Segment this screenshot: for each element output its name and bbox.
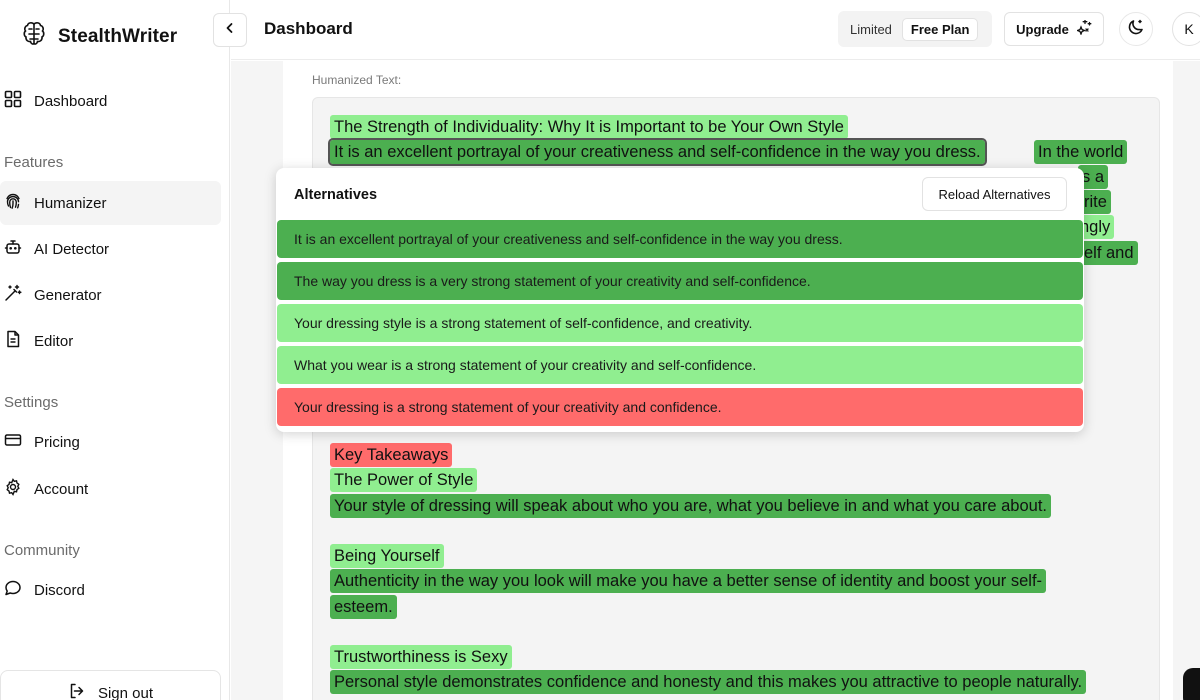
moon-icon bbox=[1127, 18, 1145, 41]
brand[interactable]: StealthWriter bbox=[20, 20, 177, 53]
text-segment[interactable]: rite bbox=[1080, 190, 1111, 214]
fingerprint-icon bbox=[4, 192, 22, 214]
text-segment[interactable]: esteem. bbox=[330, 595, 397, 619]
floating-widget[interactable] bbox=[1183, 668, 1200, 700]
chevron-left-icon bbox=[224, 21, 236, 39]
gear-icon bbox=[4, 478, 22, 500]
upgrade-button[interactable]: Upgrade bbox=[1004, 12, 1104, 46]
magic-wand-icon bbox=[4, 284, 22, 306]
brain-logo-icon bbox=[20, 20, 48, 53]
text-segment-selected[interactable]: It is an excellent portrayal of your cre… bbox=[328, 138, 987, 166]
sidebar-item-label: Editor bbox=[34, 332, 74, 350]
sidebar-item-label: Generator bbox=[34, 286, 102, 304]
credit-card-icon bbox=[4, 431, 22, 453]
sidebar-item-discord[interactable]: Discord bbox=[0, 568, 221, 612]
sidebar: StealthWriter Dashboard Features Humaniz… bbox=[0, 0, 230, 700]
text-segment[interactable]: Key Takeaways bbox=[330, 443, 453, 467]
alternative-option[interactable]: The way you dress is a very strong state… bbox=[277, 262, 1083, 300]
sidebar-item-label: Discord bbox=[34, 581, 85, 599]
text-segment[interactable]: The Strength of Individuality: Why It is… bbox=[330, 115, 848, 139]
text-segment[interactable]: Trustworthiness is Sexy bbox=[330, 645, 512, 669]
reload-alternatives-button[interactable]: Reload Alternatives bbox=[922, 177, 1067, 211]
output-label: Humanized Text: bbox=[312, 73, 402, 87]
sign-out-button[interactable]: Sign out bbox=[0, 670, 221, 700]
sidebar-item-label: AI Detector bbox=[34, 240, 110, 258]
text-segment[interactable]: The Power of Style bbox=[330, 468, 478, 492]
section-label-settings: Settings bbox=[4, 394, 59, 411]
sidebar-item-ai-detector[interactable]: AI Detector bbox=[0, 227, 221, 271]
avatar[interactable]: K bbox=[1172, 12, 1200, 46]
sidebar-item-generator[interactable]: Generator bbox=[0, 273, 221, 317]
section-label-features: Features bbox=[4, 154, 64, 171]
sidebar-item-humanizer[interactable]: Humanizer bbox=[0, 181, 221, 225]
plan-label: Limited bbox=[850, 21, 892, 37]
page-title: Dashboard bbox=[264, 19, 353, 38]
collapse-sidebar-button[interactable] bbox=[213, 13, 247, 47]
theme-toggle-button[interactable] bbox=[1119, 12, 1153, 46]
top-bar: Dashboard Limited Free Plan Upgrade K bbox=[213, 0, 1200, 60]
alternative-option[interactable]: It is an excellent portrayal of your cre… bbox=[277, 220, 1083, 258]
brand-name: StealthWriter bbox=[58, 25, 178, 47]
text-segment[interactable]: Your style of dressing will speak about … bbox=[330, 494, 1051, 518]
sparkle-icon bbox=[1075, 19, 1092, 38]
alternative-option[interactable]: Your dressing style is a strong statemen… bbox=[277, 304, 1083, 342]
text-segment[interactable]: Personal style demonstrates confidence a… bbox=[330, 670, 1087, 694]
text-segment[interactable]: Authenticity in the way you look will ma… bbox=[330, 569, 1047, 593]
chat-bubble-icon bbox=[4, 579, 22, 601]
sidebar-item-label: Account bbox=[34, 480, 89, 498]
alternative-option[interactable]: What you wear is a strong statement of y… bbox=[277, 346, 1083, 384]
upgrade-label: Upgrade bbox=[1016, 21, 1069, 37]
text-segment[interactable]: Being Yourself bbox=[330, 544, 444, 568]
sign-out-label: Sign out bbox=[97, 684, 154, 700]
sidebar-item-label: Pricing bbox=[34, 433, 80, 451]
sidebar-item-label: Humanizer bbox=[34, 194, 107, 212]
alternatives-popup: Alternatives Reload Alternatives It is a… bbox=[276, 168, 1084, 432]
section-label-community: Community bbox=[4, 542, 80, 559]
text-segment[interactable]: In the world bbox=[1034, 140, 1128, 164]
sign-out-icon bbox=[68, 682, 86, 700]
dashboard-grid-icon bbox=[4, 90, 22, 112]
document-icon bbox=[4, 330, 22, 352]
text-segment[interactable]: elf and bbox=[1080, 241, 1138, 265]
alternative-option[interactable]: Your dressing is a strong statement of y… bbox=[277, 388, 1083, 426]
sidebar-item-pricing[interactable]: Pricing bbox=[0, 420, 221, 464]
sidebar-item-editor[interactable]: Editor bbox=[0, 319, 221, 363]
sidebar-item-label: Dashboard bbox=[34, 92, 108, 110]
bot-icon bbox=[4, 238, 22, 260]
alternatives-title: Alternatives bbox=[294, 187, 378, 203]
plan-indicator: Limited Free Plan bbox=[838, 11, 992, 47]
sidebar-item-dashboard[interactable]: Dashboard bbox=[0, 79, 221, 123]
sidebar-item-account[interactable]: Account bbox=[0, 467, 221, 511]
plan-badge: Free Plan bbox=[901, 17, 979, 41]
